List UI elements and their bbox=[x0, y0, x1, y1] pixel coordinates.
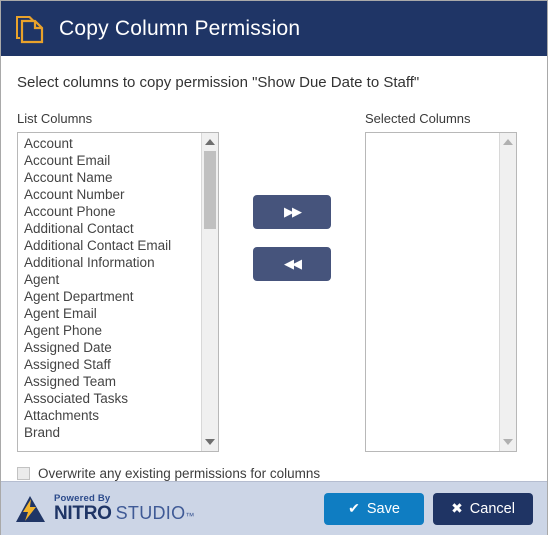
list-item[interactable]: Associated Tasks bbox=[18, 390, 201, 407]
dialog-footer: Powered By NITRO STUDIO ™ ✔ Save ✖ Cance… bbox=[1, 481, 547, 535]
transfer-buttons: ▶▶ ◀◀ bbox=[219, 111, 365, 281]
nitro-studio-wordmark: Powered By NITRO STUDIO ™ bbox=[54, 494, 194, 524]
list-columns-listbox[interactable]: Account Account Email Account Name Account … bbox=[17, 132, 219, 452]
selected-columns-panel: Selected Columns bbox=[365, 111, 517, 452]
check-icon: ✔ bbox=[348, 500, 360, 516]
list-item[interactable]: Account Email bbox=[18, 152, 201, 169]
list-item[interactable]: Additional Contact Email bbox=[18, 237, 201, 254]
powered-by-label: Powered By bbox=[54, 492, 111, 504]
nitro-lightning-icon bbox=[15, 494, 47, 524]
nitro-studio-line: NITRO STUDIO ™ bbox=[54, 504, 194, 523]
list-item[interactable]: Account bbox=[18, 135, 201, 152]
studio-label: STUDIO bbox=[115, 503, 186, 524]
dialog-title: Copy Column Permission bbox=[59, 16, 301, 40]
selected-columns-listbox[interactable] bbox=[365, 132, 517, 452]
instruction-text: Select columns to copy permission "Show … bbox=[17, 74, 420, 91]
list-item[interactable]: Agent bbox=[18, 271, 201, 288]
selected-columns-label: Selected Columns bbox=[365, 111, 471, 126]
list-item[interactable]: Account Name bbox=[18, 169, 201, 186]
nitro-studio-logo: Powered By NITRO STUDIO ™ bbox=[15, 494, 194, 524]
list-item[interactable]: Additional Contact bbox=[18, 220, 201, 237]
list-item[interactable]: Agent Department bbox=[18, 288, 201, 305]
save-button-label: Save bbox=[366, 500, 400, 517]
list-item[interactable]: Additional Information bbox=[18, 254, 201, 271]
scroll-up-icon[interactable] bbox=[202, 135, 218, 149]
copy-documents-icon bbox=[13, 12, 47, 46]
add-columns-button[interactable]: ▶▶ bbox=[253, 195, 331, 229]
remove-columns-button[interactable]: ◀◀ bbox=[253, 247, 331, 281]
list-columns-items[interactable]: Account Account Email Account Name Account … bbox=[18, 133, 201, 451]
scroll-up-icon[interactable] bbox=[500, 135, 516, 149]
selected-columns-scrollbar[interactable] bbox=[499, 133, 516, 451]
nitro-label: NITRO bbox=[54, 503, 112, 525]
list-item[interactable]: Agent Email bbox=[18, 305, 201, 322]
copy-column-permission-dialog: Copy Column Permission Select columns to… bbox=[0, 0, 548, 535]
scrollbar-thumb[interactable] bbox=[204, 151, 216, 229]
columns-panels: List Columns Account Account Email Account… bbox=[17, 111, 531, 452]
list-item[interactable]: Agent Phone bbox=[18, 322, 201, 339]
list-item[interactable]: Assigned Date bbox=[18, 339, 201, 356]
list-columns-scrollbar[interactable] bbox=[201, 133, 218, 451]
list-item[interactable]: Account Number bbox=[18, 186, 201, 203]
list-item[interactable]: Attachments bbox=[18, 407, 201, 424]
save-button[interactable]: ✔ Save bbox=[324, 492, 424, 525]
scroll-down-icon[interactable] bbox=[202, 435, 218, 449]
dialog-body: Select columns to copy permission "Show … bbox=[1, 56, 547, 481]
list-item[interactable]: Brand bbox=[18, 424, 201, 441]
dialog-titlebar: Copy Column Permission bbox=[1, 1, 547, 56]
list-columns-panel: List Columns Account Account Email Account… bbox=[17, 111, 219, 452]
selected-columns-items[interactable] bbox=[366, 133, 499, 451]
list-item[interactable]: Assigned Staff bbox=[18, 356, 201, 373]
cancel-button[interactable]: ✖ Cancel bbox=[433, 492, 533, 525]
trademark-symbol: ™ bbox=[185, 511, 195, 522]
overwrite-permissions-checkbox[interactable] bbox=[17, 467, 30, 480]
scroll-down-icon[interactable] bbox=[500, 435, 516, 449]
overwrite-permissions-label: Overwrite any existing permissions for c… bbox=[38, 466, 321, 481]
cancel-button-label: Cancel bbox=[469, 500, 515, 517]
list-item[interactable]: Account Phone bbox=[18, 203, 201, 220]
overwrite-permissions-row[interactable]: Overwrite any existing permissions for c… bbox=[17, 466, 531, 481]
close-icon: ✖ bbox=[451, 500, 463, 516]
list-columns-label: List Columns bbox=[17, 111, 93, 126]
list-item[interactable]: Assigned Team bbox=[18, 373, 201, 390]
